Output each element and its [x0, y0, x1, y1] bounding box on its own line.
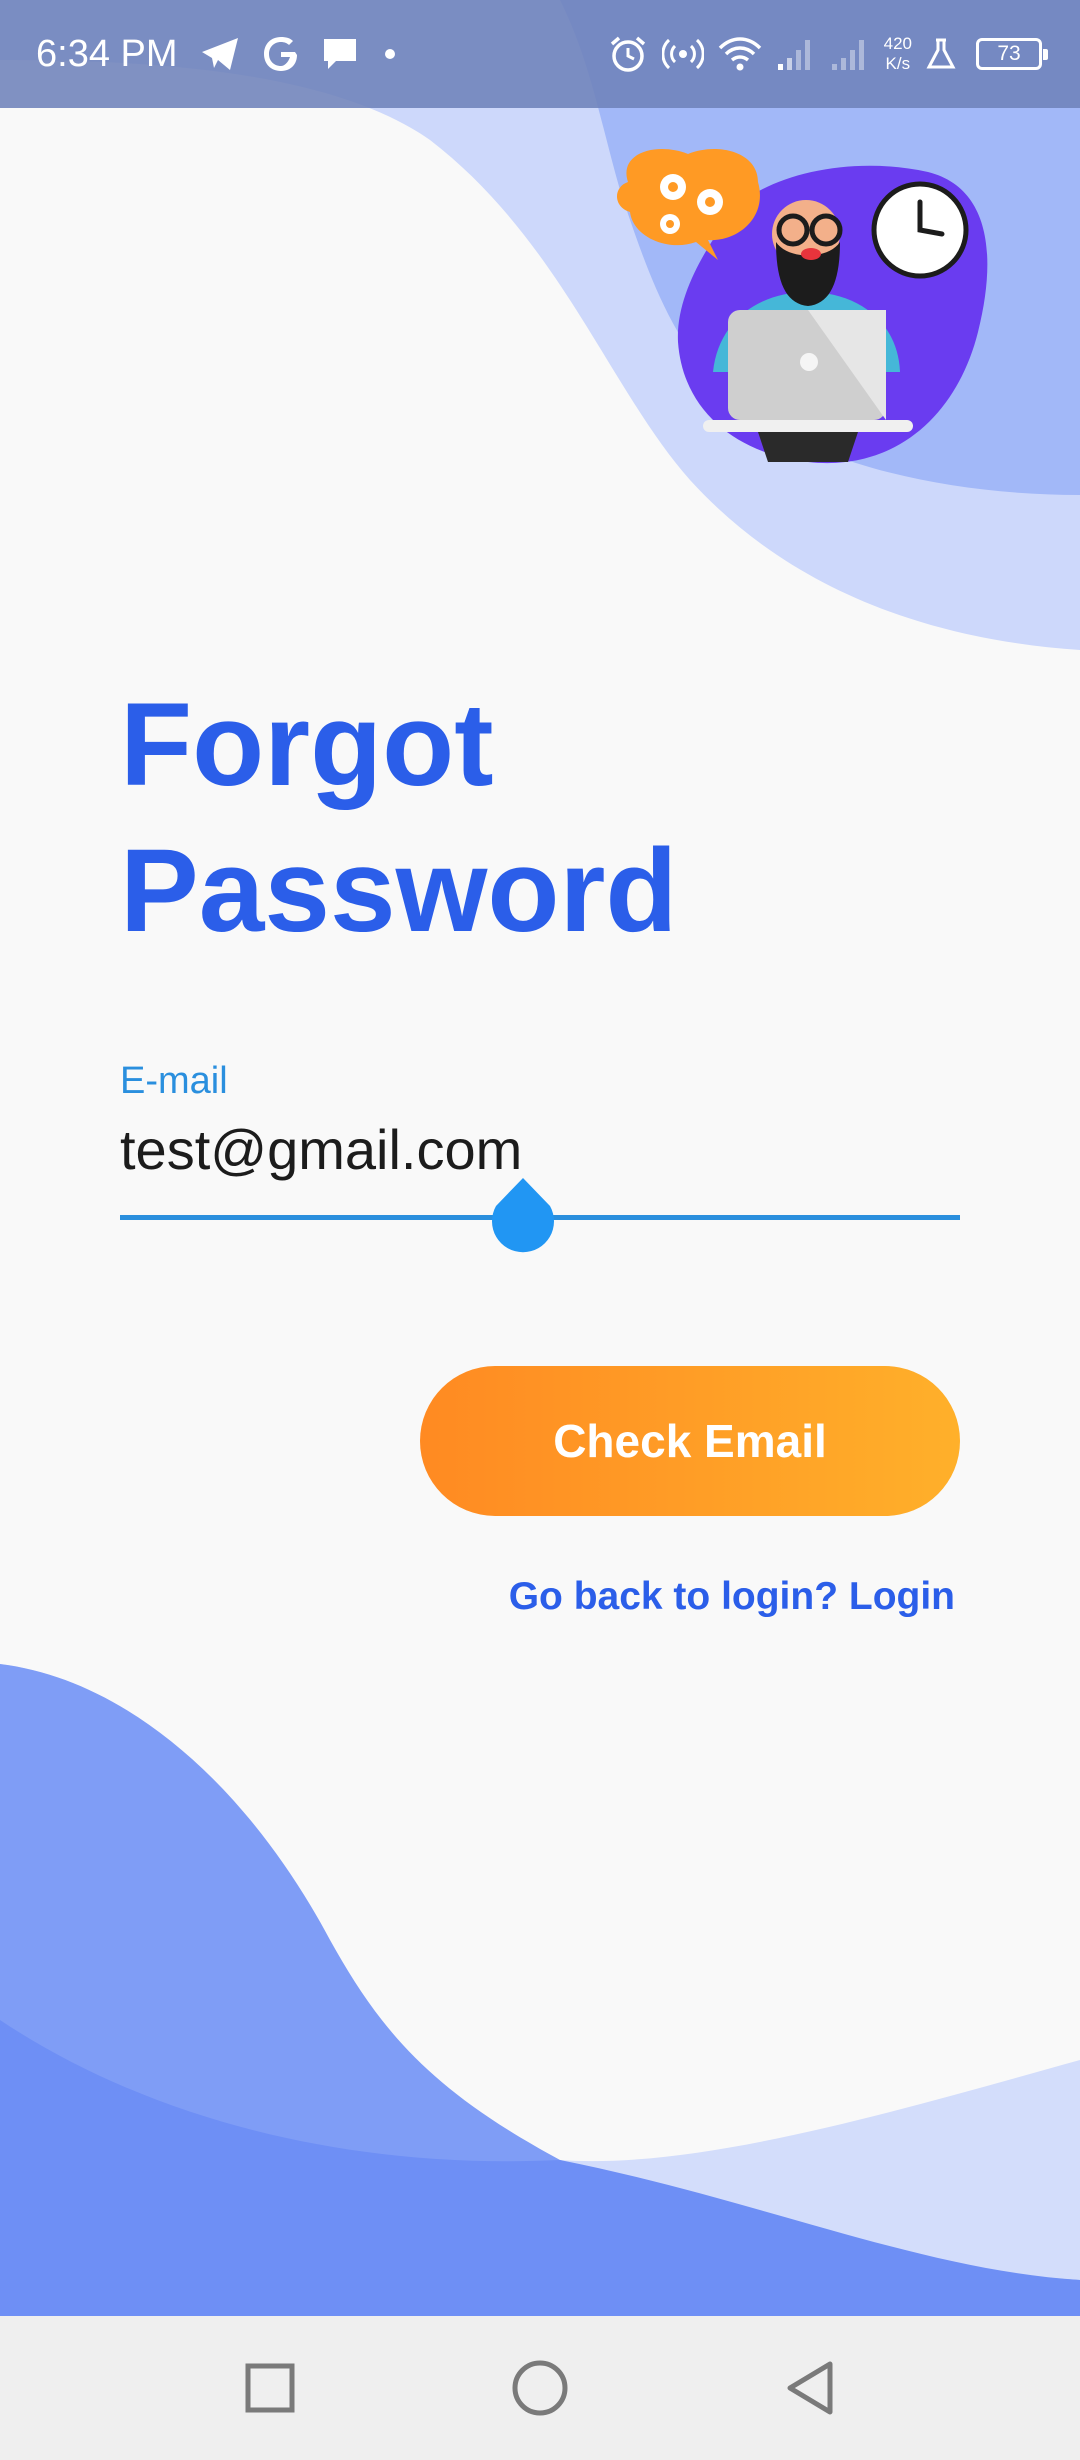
network-speed-value: 420: [883, 34, 912, 53]
telegram-icon: [201, 38, 238, 70]
check-email-button[interactable]: Check Email: [420, 1366, 960, 1516]
alarm-icon: [610, 36, 645, 72]
signal-icon: [777, 40, 810, 70]
email-label: E-mail: [120, 1060, 228, 1102]
battery-icon: 73: [976, 38, 1048, 70]
recents-button[interactable]: [234, 2352, 306, 2424]
network-speed: 420 K/s: [884, 34, 912, 74]
recents-icon: [245, 2363, 295, 2413]
message-icon: [323, 39, 356, 69]
back-button[interactable]: [774, 2352, 846, 2424]
status-time: 6:34 PM: [36, 32, 178, 75]
page-title-line2: Password: [120, 825, 678, 957]
page-title-line1: Forgot: [120, 679, 494, 811]
signal-icon: [831, 40, 864, 70]
status-bar: 6:34 PM 420 K/s 73: [0, 0, 1080, 108]
wifi-icon: [718, 37, 761, 71]
lab-icon: [926, 38, 956, 69]
hotspot-icon: [661, 38, 704, 70]
email-input[interactable]: [120, 1116, 960, 1182]
network-speed-unit: K/s: [885, 54, 911, 73]
navigation-bar: [0, 2316, 1080, 2460]
page-title: Forgot Password: [120, 672, 677, 964]
developer-illustration: [616, 149, 988, 464]
bottom-wave-background: [0, 1664, 1080, 2320]
google-icon: [263, 37, 297, 71]
back-to-login-link[interactable]: Go back to login? Login: [509, 1575, 955, 1619]
email-field: E-mail: [120, 1058, 960, 1253]
home-button[interactable]: [504, 2352, 576, 2424]
text-cursor-handle[interactable]: [490, 1178, 556, 1260]
back-icon: [787, 2361, 833, 2415]
home-icon: [512, 2360, 568, 2416]
battery-level: 73: [997, 42, 1021, 65]
dot-icon: [384, 49, 395, 59]
